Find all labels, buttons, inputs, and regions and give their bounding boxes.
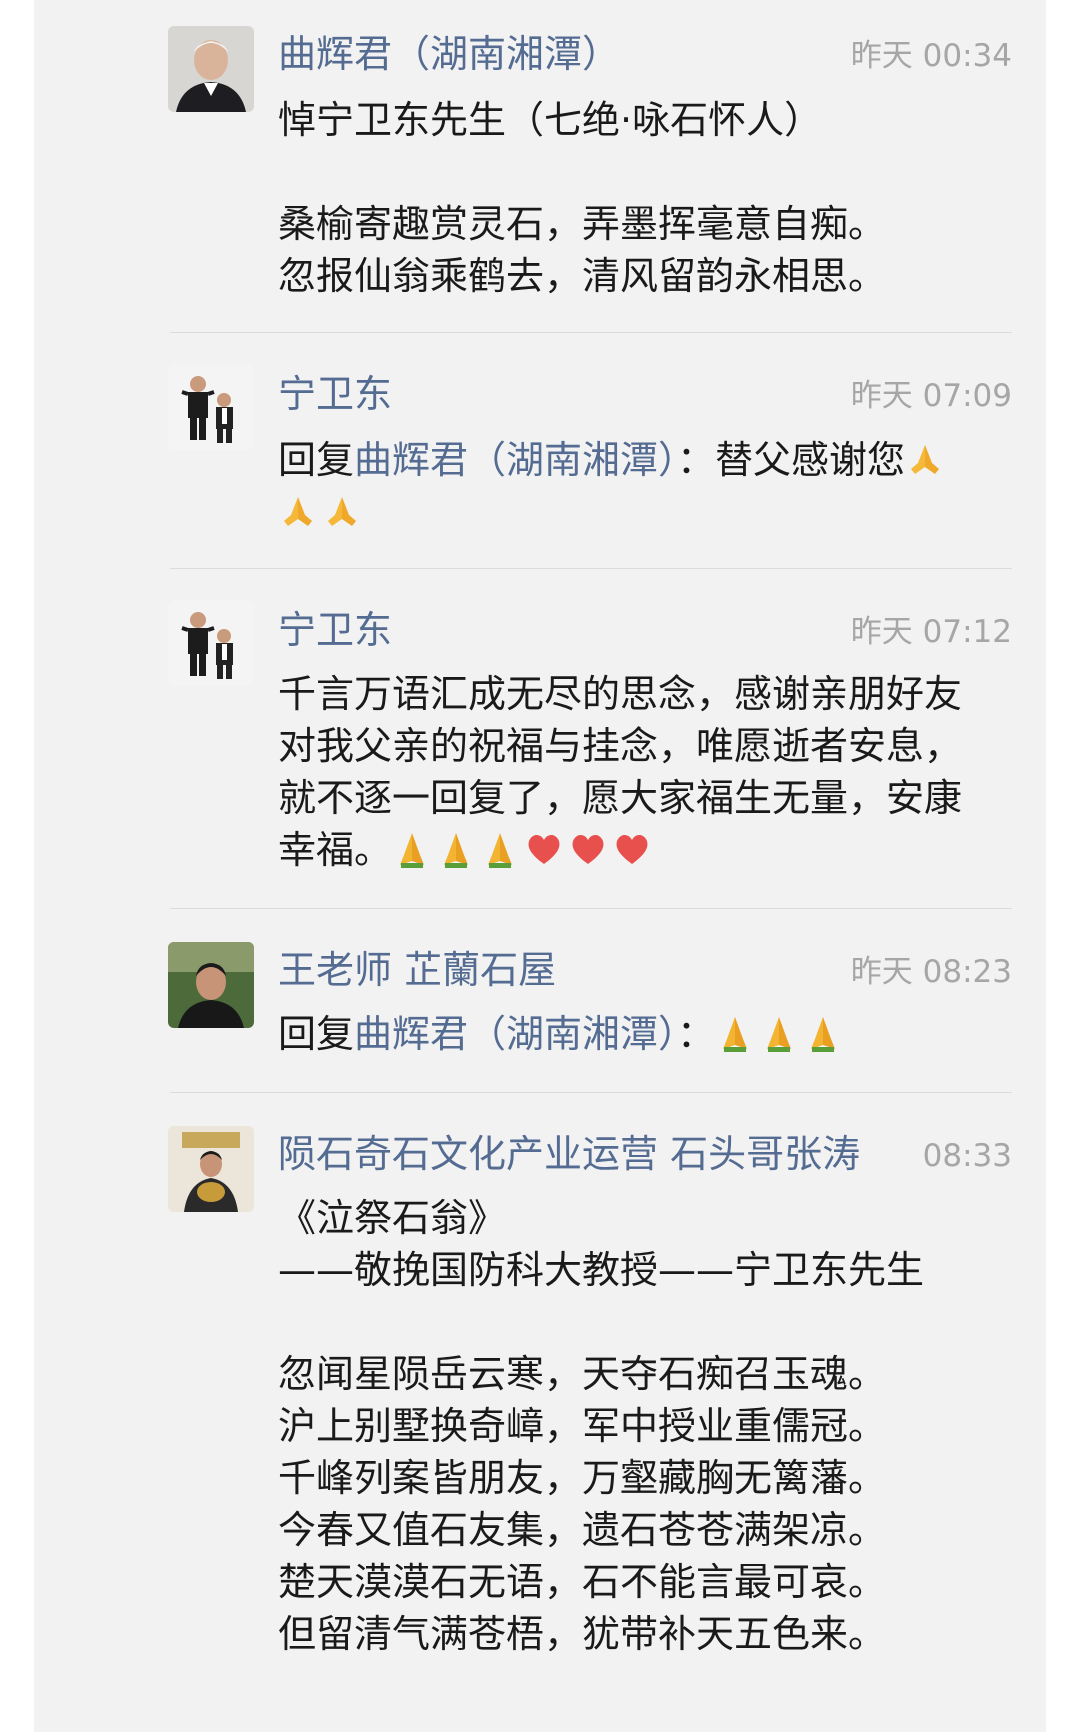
text-line: 就不逐一回复了，愿大家福生无量，安康: [278, 776, 963, 820]
man-portrait-avatar[interactable]: [168, 942, 254, 1028]
text-line: 忽闻星陨岳云寒，天夺石痴召玉魂。: [278, 1352, 887, 1396]
two-boys-avatar[interactable]: [168, 600, 254, 686]
reply-content: ：替父感谢您: [677, 438, 906, 482]
text-line: 幸福。: [278, 828, 393, 872]
text-line: 沪上别墅换奇嶂，军中授业重儒冠。: [278, 1404, 887, 1448]
text-line: 千言万语汇成无尽的思念，感谢亲朋好友: [278, 672, 963, 716]
text-line: 对我父亲的祝福与挂念，唯愿逝者安息，: [278, 724, 963, 768]
folded-hands-emoji: [278, 491, 318, 531]
text-line: 《泣祭石翁》: [278, 1196, 507, 1240]
text-line: ——敬挽国防科大教授——宁卫东先生: [278, 1248, 925, 1292]
comment-time: 昨天 08:23: [850, 954, 1012, 990]
reply-prefix: 回复: [278, 438, 355, 482]
elderly-man-avatar[interactable]: [168, 26, 254, 112]
commenter-name[interactable]: 陨石奇石文化产业运营 石头哥张涛: [278, 1130, 860, 1178]
text-line: 悼宁卫东先生（七绝·咏石怀人）: [278, 98, 823, 142]
text-line: 但留清气满苍梧，犹带补天五色来。: [278, 1612, 887, 1656]
text-line: 忽报仙翁乘鹤去，清风留韵永相思。: [278, 254, 887, 298]
reply-target-name[interactable]: 曲辉君（湖南湘潭）: [354, 1012, 677, 1056]
commenter-name[interactable]: 宁卫东: [278, 606, 392, 654]
reply-target-name[interactable]: 曲辉君（湖南湘潭）: [354, 438, 677, 482]
comment-time: 昨天 07:09: [850, 378, 1012, 414]
folded-hands-emoji: [759, 1013, 799, 1053]
folded-hands-emoji: [322, 491, 362, 531]
comment-text: 悼宁卫东先生（七绝·咏石怀人） 桑榆寄趣赏灵石，弄墨挥毫意自痴。 忽报仙翁乘鹤去…: [278, 94, 1018, 302]
comment-text: 千言万语汇成无尽的思念，感谢亲朋好友 对我父亲的祝福与挂念，唯愿逝者安息， 就不…: [278, 668, 1018, 876]
comment-item: 曲辉君（湖南湘潭） 昨天 00:34 悼宁卫东先生（七绝·咏石怀人） 桑榆寄趣赏…: [34, 0, 1046, 330]
red-heart-emoji: [612, 829, 652, 869]
red-heart-emoji: [524, 829, 564, 869]
man-holding-stone-avatar[interactable]: [168, 1126, 254, 1212]
reply-prefix: 回复: [278, 1012, 355, 1056]
folded-hands-emoji: [803, 1013, 843, 1053]
folded-hands-emoji: [715, 1013, 755, 1053]
commenter-name[interactable]: 曲辉君（湖南湘潭）: [278, 30, 620, 78]
comment-time: 昨天 07:12: [850, 614, 1012, 650]
text-line: 今春又值石友集，遗石苍苍满架凉。: [278, 1508, 887, 1552]
comment-list: 曲辉君（湖南湘潭） 昨天 00:34 悼宁卫东先生（七绝·咏石怀人） 桑榆寄趣赏…: [34, 0, 1046, 1732]
divider: [170, 332, 1012, 333]
folded-hands-emoji: [480, 829, 520, 869]
folded-hands-emoji: [392, 829, 432, 869]
divider: [170, 568, 1012, 569]
commenter-name[interactable]: 宁卫东: [278, 370, 392, 418]
commenter-name[interactable]: 王老师 芷蘭石屋: [278, 946, 556, 994]
folded-hands-emoji: [436, 829, 476, 869]
reply-text: 回复曲辉君（湖南湘潭）：: [278, 1008, 1018, 1060]
divider: [170, 908, 1012, 909]
reply-content: ：: [677, 1012, 716, 1056]
folded-hands-emoji: [905, 439, 945, 479]
divider: [170, 1092, 1012, 1093]
text-line: 千峰列案皆朋友，万壑藏胸无篱藩。: [278, 1456, 887, 1500]
red-heart-emoji: [568, 829, 608, 869]
two-boys-avatar[interactable]: [168, 364, 254, 450]
text-line: 桑榆寄趣赏灵石，弄墨挥毫意自痴。: [278, 202, 887, 246]
text-line: 楚天漠漠石无语，石不能言最可哀。: [278, 1560, 887, 1604]
comment-time: 08:33: [922, 1138, 1012, 1174]
reply-text: 回复曲辉君（湖南湘潭）：替父感谢您: [278, 434, 1018, 538]
comment-text: 《泣祭石翁》 ——敬挽国防科大教授——宁卫东先生 忽闻星陨岳云寒，天夺石痴召玉魂…: [278, 1192, 1018, 1660]
comment-time: 昨天 00:34: [850, 38, 1012, 74]
